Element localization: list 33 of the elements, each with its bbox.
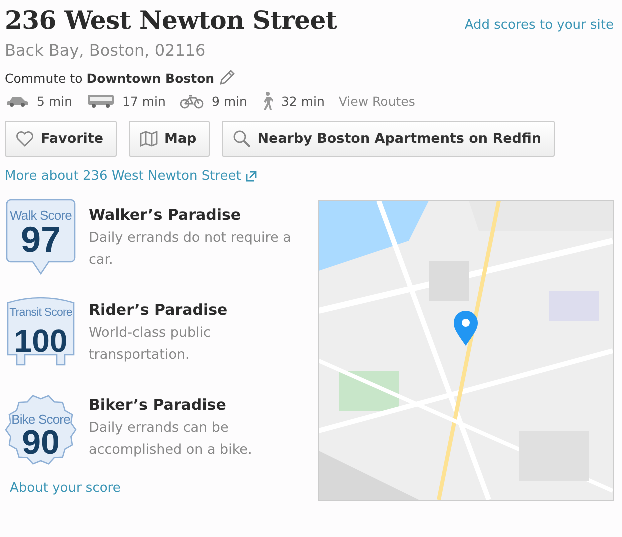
score-label: Bike Score bbox=[10, 412, 72, 427]
bus-icon bbox=[86, 94, 114, 108]
location-text: Back Bay, Boston, 02116 bbox=[5, 41, 207, 60]
heart-icon bbox=[16, 131, 34, 147]
score-title: Walker’s Paradise bbox=[89, 206, 242, 224]
car-icon bbox=[5, 95, 29, 107]
score-value: 90 bbox=[22, 426, 60, 460]
external-link-icon[interactable] bbox=[246, 171, 258, 182]
score-title: Rider’s Paradise bbox=[89, 301, 229, 319]
score-description: Daily errands do not require a car. bbox=[89, 229, 292, 270]
score-description: Daily errands can be accomplished on a bike. bbox=[89, 419, 254, 460]
address-title: 236 West Newton Street bbox=[5, 6, 338, 35]
walking-person-icon bbox=[261, 92, 274, 110]
travel-time: 17 min bbox=[122, 94, 166, 108]
location-pin-icon bbox=[453, 311, 479, 347]
map-icon bbox=[140, 131, 158, 147]
search-button[interactable]: Nearby Boston Apartments on Redfin bbox=[222, 121, 555, 157]
bicycle-icon bbox=[180, 94, 204, 108]
map-button[interactable]: Map bbox=[128, 121, 210, 157]
score-title: Biker’s Paradise bbox=[89, 396, 228, 414]
favorite-button[interactable]: Favorite bbox=[5, 121, 117, 157]
travel-time: 32 min bbox=[281, 94, 325, 108]
score-description: World-class public transportation. bbox=[89, 324, 212, 365]
commute-destination[interactable]: Downtown Boston bbox=[86, 70, 215, 86]
pencil-icon[interactable] bbox=[218, 70, 235, 86]
score-value: 97 bbox=[20, 222, 62, 258]
score-value: 100 bbox=[13, 325, 69, 357]
travel-time: 5 min bbox=[37, 94, 72, 108]
search-icon bbox=[232, 130, 251, 148]
score-label: Transit Score bbox=[8, 307, 74, 319]
travel-time: 9 min bbox=[212, 94, 248, 108]
score-label: Walk Score bbox=[9, 208, 73, 223]
commute-label: Commute to bbox=[5, 70, 83, 86]
